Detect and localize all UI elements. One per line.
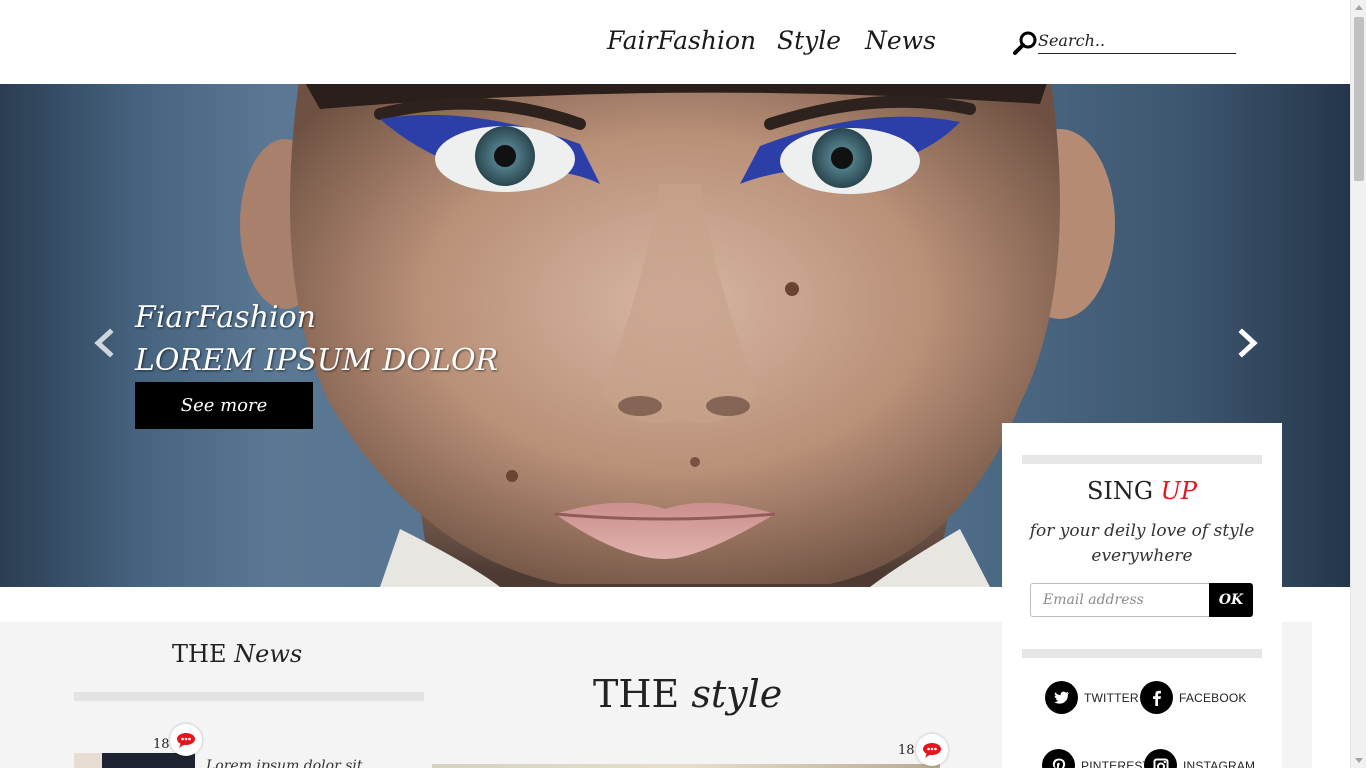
- style-section-title: THE style: [593, 672, 782, 716]
- comment-icon: [923, 743, 941, 758]
- scroll-thumb[interactable]: [1354, 17, 1364, 181]
- signup-subtitle: for your deily love of style everywhere: [1029, 521, 1255, 566]
- comment-icon: [177, 733, 195, 748]
- hero-caption: FiarFashion LOREM IPSUM DOLOR: [135, 300, 498, 378]
- news-section-title: THE News: [172, 640, 302, 668]
- nav-fairfashion[interactable]: FairFashion: [607, 26, 756, 55]
- style-title-accent: style: [691, 672, 783, 716]
- social-label-pinterest: PINTEREST: [1081, 758, 1151, 768]
- social-instagram[interactable]: INSTAGRAM: [1144, 749, 1255, 768]
- signup-title-accent: UP: [1160, 477, 1198, 505]
- news-title-accent: News: [234, 640, 303, 668]
- search-input[interactable]: [1038, 30, 1236, 54]
- facebook-icon: [1140, 681, 1173, 714]
- chevron-left-icon[interactable]: [90, 328, 120, 358]
- signup-card: SING UP for your deily love of style eve…: [1002, 423, 1282, 768]
- signup-title-prefix: SING: [1086, 477, 1154, 505]
- news-divider: [74, 692, 424, 701]
- signup-title: SING UP: [1002, 477, 1282, 505]
- news-title-prefix: THE: [172, 640, 227, 668]
- signup-top-divider: [1022, 455, 1262, 464]
- signup-bottom-divider: [1022, 649, 1262, 658]
- hero-brand: FiarFashion: [135, 300, 316, 335]
- hero-headline: LOREM IPSUM DOLOR: [135, 343, 499, 378]
- news-snippet[interactable]: Lorem ipsum dolor sit: [206, 758, 363, 768]
- instagram-icon: [1144, 749, 1177, 768]
- social-pinterest[interactable]: PINTEREST: [1042, 749, 1150, 768]
- site-header: FairFashion Style News: [0, 0, 1350, 84]
- see-more-button[interactable]: See more: [135, 382, 313, 429]
- ok-button[interactable]: OK: [1209, 583, 1253, 617]
- page-scrollbar[interactable]: [1350, 0, 1366, 768]
- social-label-twitter: TWITTER: [1084, 690, 1139, 705]
- social-label-facebook: FACEBOOK: [1179, 690, 1247, 705]
- scroll-down-arrow[interactable]: [1355, 758, 1363, 763]
- nav-news[interactable]: News: [865, 26, 936, 55]
- style-comment-count: 18: [898, 743, 915, 758]
- social-facebook[interactable]: FACEBOOK: [1140, 681, 1247, 714]
- chevron-right-icon[interactable]: [1232, 328, 1262, 358]
- social-label-instagram: INSTAGRAM: [1183, 758, 1256, 768]
- style-title-prefix: THE: [593, 672, 680, 716]
- style-comment-button[interactable]: [916, 734, 948, 766]
- pinterest-icon: [1042, 749, 1075, 768]
- social-twitter[interactable]: TWITTER: [1045, 681, 1139, 714]
- scroll-up-arrow[interactable]: [1355, 5, 1363, 10]
- nav-style[interactable]: Style: [777, 26, 841, 55]
- search-icon[interactable]: [1012, 30, 1038, 56]
- news-comment-button[interactable]: [170, 724, 202, 756]
- twitter-icon: [1045, 681, 1078, 714]
- news-comment-count: 18: [153, 737, 170, 752]
- email-input[interactable]: [1030, 583, 1209, 617]
- style-thumbnail[interactable]: [432, 764, 940, 768]
